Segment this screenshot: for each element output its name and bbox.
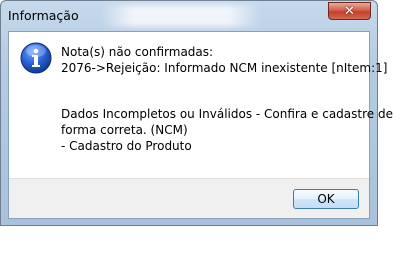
message-line: Nota(s) não confirmadas: [61,45,214,59]
message-line: Dados Incompletos ou Inválidos - Confira… [61,107,393,121]
message-area: Nota(s) não confirmadas: 2076->Rejeição:… [9,32,393,178]
title-bar[interactable]: Informação ✕ [1,1,377,31]
dialog-title: Informação [8,8,79,23]
button-bar: OK [9,178,369,218]
close-button[interactable]: ✕ [328,2,371,20]
message-line: forma correta. (NCM) [61,123,188,137]
message-line: 2076->Rejeição: Informado NCM inexistent… [61,61,388,75]
close-icon: ✕ [344,3,355,19]
message-line: - Cadastro do Produto [61,139,192,153]
dialog-client-area: Nota(s) não confirmadas: 2076->Rejeição:… [8,31,393,219]
background-window-title [101,5,261,27]
dialog-window: Informação ✕ Nota(s) não confirmadas: 20… [0,0,393,226]
ok-button[interactable]: OK [293,189,359,209]
info-icon [20,42,52,74]
